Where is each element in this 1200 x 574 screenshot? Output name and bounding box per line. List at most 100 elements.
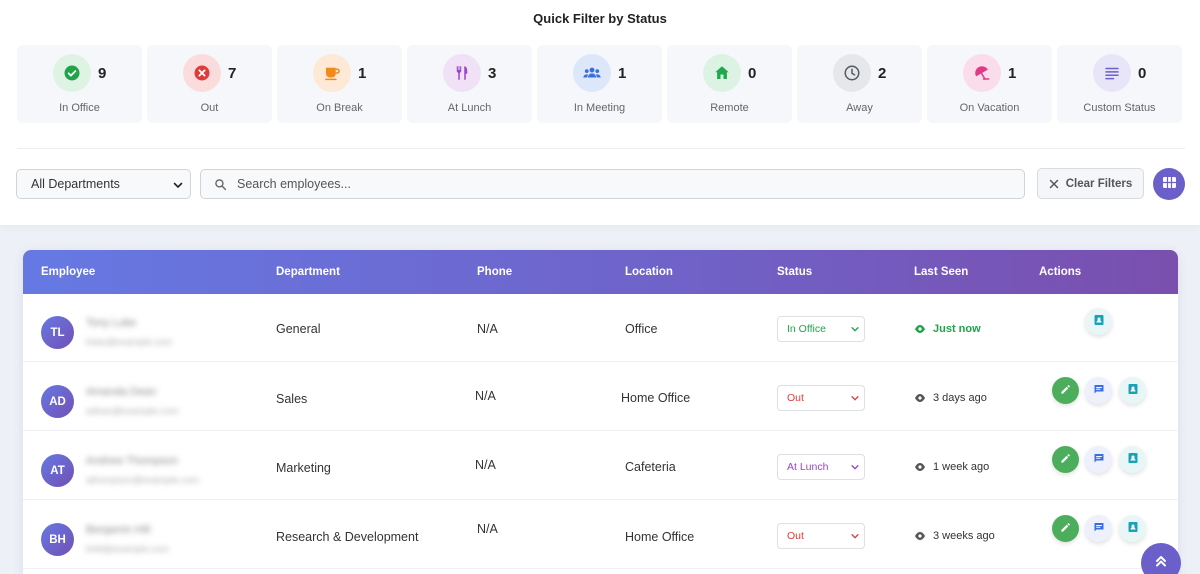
last-seen-text: 3 days ago (933, 392, 987, 404)
chevron-down-icon (850, 393, 860, 406)
status-card-custom-status[interactable]: 0 Custom Status (1057, 45, 1182, 123)
employee-table: Employee Department Phone Location Statu… (23, 250, 1178, 574)
status-count: 0 (748, 65, 757, 82)
quick-filter-panel: Quick Filter by Status 9 In Office 7 Out… (0, 0, 1200, 225)
department-cell: Sales (276, 392, 308, 406)
last-seen-text: 3 weeks ago (933, 530, 995, 542)
status-card-on-vacation[interactable]: 1 On Vacation (927, 45, 1052, 123)
status-card-away[interactable]: 2 Away (797, 45, 922, 123)
column-header-department: Department (276, 266, 340, 278)
status-select-value: At Lunch (787, 461, 829, 473)
status-card-in-meeting[interactable]: 1 In Meeting (537, 45, 662, 123)
status-count: 0 (1138, 65, 1147, 82)
message-icon (1093, 451, 1105, 469)
check-circle-icon (53, 54, 91, 92)
pencil-icon (1060, 382, 1071, 400)
employee-email: bhill@example.com (86, 544, 170, 555)
avatar: BH (41, 523, 74, 556)
last-seen: Just now (914, 323, 981, 335)
contact-card-icon (1127, 451, 1139, 469)
status-count: 1 (618, 65, 627, 82)
last-seen: 3 days ago (914, 392, 987, 404)
department-select[interactable]: All Departments (16, 169, 191, 199)
message-button[interactable] (1085, 446, 1112, 473)
table-row: AT Andrew Thompson athompson@example.com… (23, 432, 1178, 500)
employee-name: Amanda Dean (86, 386, 157, 398)
status-cards: 9 In Office 7 Out 1 On Break 3 At Lunch (17, 45, 1182, 123)
message-icon (1093, 382, 1105, 400)
utensils-icon (443, 54, 481, 92)
phone-cell: N/A (477, 522, 498, 536)
location-cell: Home Office (625, 530, 695, 544)
column-header-status: Status (777, 266, 813, 278)
column-header-phone: Phone (477, 266, 513, 278)
x-circle-icon (183, 54, 221, 92)
view-contact-button[interactable] (1119, 446, 1146, 473)
employee-name: Andrew Thompson (86, 455, 179, 467)
location-cell: Cafeteria (625, 460, 676, 474)
department-cell: General (276, 322, 321, 336)
status-label: Out (200, 102, 219, 114)
location-cell: Home Office (621, 391, 691, 405)
umbrella-icon (963, 54, 1001, 92)
department-cell: Marketing (276, 461, 331, 475)
edit-button[interactable] (1052, 377, 1079, 404)
phone-cell: N/A (475, 458, 496, 472)
avatar: AT (41, 454, 74, 487)
view-contact-button[interactable] (1119, 515, 1146, 542)
clear-filters-label: Clear Filters (1065, 177, 1133, 190)
quick-filter-title: Quick Filter by Status (533, 11, 667, 26)
department-select-value: All Departments (31, 177, 120, 191)
avatar: TL (41, 316, 74, 349)
employee-email: tluke@example.com (86, 337, 173, 348)
view-contact-button[interactable] (1085, 308, 1112, 335)
column-header-last-seen: Last Seen (914, 266, 969, 278)
status-select[interactable]: In Office (777, 316, 865, 342)
column-header-employee: Employee (41, 266, 96, 278)
edit-button[interactable] (1052, 515, 1079, 542)
status-label: On Vacation (959, 102, 1020, 114)
status-card-at-lunch[interactable]: 3 At Lunch (407, 45, 532, 123)
status-label: In Meeting (573, 102, 626, 114)
status-label: Remote (710, 102, 749, 114)
status-card-in-office[interactable]: 9 In Office (17, 45, 142, 123)
grid-view-icon (1162, 175, 1176, 193)
clear-filters-button[interactable]: Clear Filters (1037, 168, 1144, 199)
eye-icon (914, 462, 926, 472)
employee-name: Tony Luke (86, 317, 137, 329)
search-box (200, 169, 1025, 199)
coffee-icon (313, 54, 351, 92)
status-count: 1 (358, 65, 367, 82)
status-select-value: Out (787, 392, 804, 404)
status-card-remote[interactable]: 0 Remote (667, 45, 792, 123)
status-card-out[interactable]: 7 Out (147, 45, 272, 123)
contact-card-icon (1127, 520, 1139, 538)
divider (17, 148, 1185, 149)
search-icon (214, 178, 227, 191)
employee-email: athompson@example.com (86, 475, 200, 486)
location-cell: Office (625, 322, 658, 336)
status-label: On Break (316, 102, 363, 114)
chevron-down-icon (172, 179, 184, 194)
search-input[interactable] (237, 177, 997, 191)
edit-button[interactable] (1052, 446, 1079, 473)
eye-icon (914, 531, 926, 541)
avatar: AD (41, 385, 74, 418)
status-select-value: In Office (787, 323, 826, 335)
view-contact-button[interactable] (1119, 377, 1146, 404)
status-label: At Lunch (447, 102, 492, 114)
view-toggle-button[interactable] (1153, 168, 1185, 200)
status-card-on-break[interactable]: 1 On Break (277, 45, 402, 123)
clock-icon (833, 54, 871, 92)
message-button[interactable] (1085, 515, 1112, 542)
table-row: AD Amanda Dean adean@example.com Sales N… (23, 363, 1178, 431)
status-select[interactable]: Out (777, 523, 865, 549)
status-count: 1 (1008, 65, 1017, 82)
status-count: 2 (878, 65, 887, 82)
phone-cell: N/A (477, 322, 498, 336)
message-button[interactable] (1085, 377, 1112, 404)
status-count: 7 (228, 65, 237, 82)
status-select[interactable]: At Lunch (777, 454, 865, 480)
contact-card-icon (1093, 313, 1105, 331)
status-select[interactable]: Out (777, 385, 865, 411)
